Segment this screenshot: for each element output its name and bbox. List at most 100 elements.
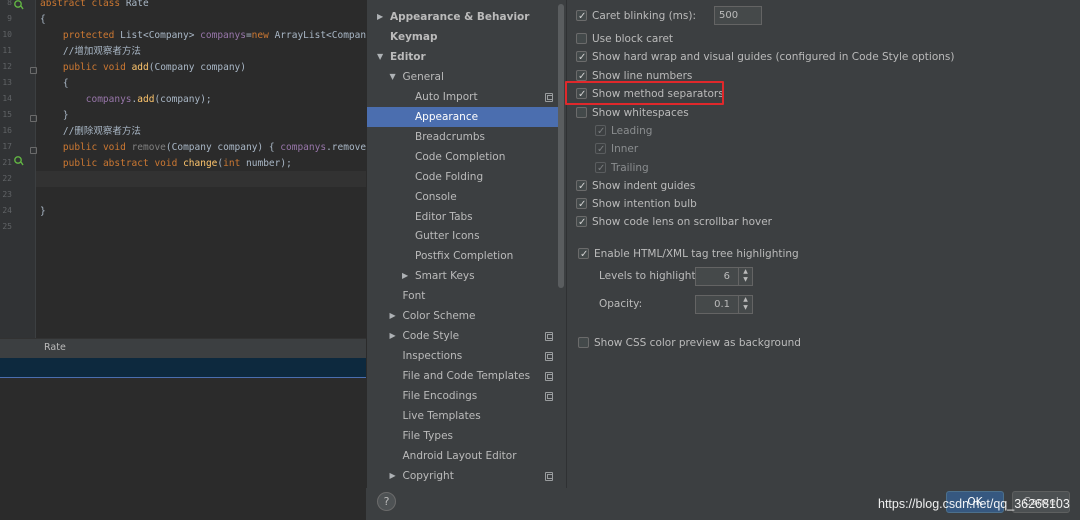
tree-item-label: Gutter Icons <box>415 230 480 243</box>
chevron-down-icon[interactable]: ▼ <box>390 67 396 87</box>
editor-gutter: 8 9 10 11 12 13 14 15 16 17 21 22 23 24 … <box>0 0 37 338</box>
breadcrumb[interactable]: Rate <box>44 342 66 353</box>
levels-value: 6 <box>723 271 730 282</box>
implemented-icon[interactable] <box>14 0 24 10</box>
leading-checkbox[interactable] <box>595 123 606 141</box>
tree-item-editor[interactable]: ▼ Editor <box>367 47 559 67</box>
tool-window-area <box>0 379 366 520</box>
tree-item-label: Color Scheme <box>402 310 476 323</box>
tree-item-label: Code Folding <box>415 170 484 183</box>
block-caret-checkbox[interactable] <box>576 33 587 44</box>
tree-item-appearance[interactable]: Appearance <box>367 106 559 127</box>
settings-tree[interactable]: ▶ Appearance & Behavior Keymap ▼ Editor ▼ Gene… <box>367 0 566 488</box>
caret-blinking-checkbox[interactable] <box>576 8 587 26</box>
implemented-icon[interactable] <box>14 156 24 166</box>
leading-label: Leading <box>611 125 653 137</box>
tree-item-auto-import[interactable]: Auto Import <box>367 87 559 107</box>
tree-item-appearance-behavior[interactable]: ▶ Appearance & Behavior <box>367 7 559 27</box>
tree-item-android-layout-editor[interactable]: Android Layout Editor <box>367 446 559 466</box>
tree-item-console[interactable]: Console <box>367 187 559 207</box>
code-editor[interactable]: 8 9 10 11 12 13 14 15 16 17 21 22 23 24 … <box>0 0 435 520</box>
tree-item-label: Smart Keys <box>415 270 475 283</box>
line-number: 14 <box>2 94 12 103</box>
chevron-right-icon[interactable]: ▶ <box>377 7 383 27</box>
spinner-arrows-icon[interactable]: ▲ ▼ <box>738 268 752 285</box>
chevron-right-icon[interactable]: ▶ <box>390 306 396 326</box>
code-area[interactable]: abstract class Rate { protected List<Com… <box>40 0 435 338</box>
tree-item-label: File and Code Templates <box>402 370 531 383</box>
fold-marker-icon[interactable] <box>30 147 37 154</box>
code-lens-checkbox[interactable] <box>576 214 587 232</box>
tree-item-label: Breadcrumbs <box>415 130 485 143</box>
watermark: https://blog.csdn.net/qq_36268103 <box>878 497 1070 511</box>
project-scope-icon <box>545 352 553 362</box>
selected-panel-row[interactable] <box>0 358 366 378</box>
line-number: 22 <box>2 174 12 183</box>
trailing-option[interactable]: Trailing <box>595 159 795 178</box>
tree-item-code-folding[interactable]: Code Folding <box>367 167 559 187</box>
tree-item-keymap[interactable]: Keymap <box>367 27 559 47</box>
opacity-spinner[interactable]: 0.1 ▲ ▼ <box>695 295 753 314</box>
line-number: 25 <box>2 222 12 231</box>
tree-item-inspections[interactable]: Inspections <box>367 346 559 366</box>
tree-item-live-templates[interactable]: Live Templates <box>367 406 559 426</box>
whitespaces-option[interactable]: Show whitespaces <box>576 104 876 122</box>
spinner-arrows-icon[interactable]: ▲ ▼ <box>738 296 752 313</box>
code-line: } <box>40 206 46 217</box>
opacity-value: 0.1 <box>714 299 730 310</box>
indent-guides-option[interactable]: Show indent guides <box>576 177 876 196</box>
block-caret-option[interactable]: Use block caret <box>576 30 876 48</box>
tree-item-file-encodings[interactable]: File Encodings <box>367 386 559 406</box>
html-tag-highlighting-option[interactable]: Enable HTML/XML tag tree highlighting <box>578 245 878 264</box>
tree-item-postfix-completion[interactable]: Postfix Completion <box>367 246 559 266</box>
chevron-right-icon[interactable]: ▶ <box>390 326 396 346</box>
indent-guides-checkbox[interactable] <box>576 178 587 196</box>
fold-marker-icon[interactable] <box>30 67 37 74</box>
trailing-checkbox[interactable] <box>595 160 606 178</box>
tree-item-font[interactable]: Font <box>367 286 559 306</box>
caret-blinking-input[interactable]: 500 <box>714 6 762 25</box>
tree-item-label: File Types <box>402 429 454 442</box>
tree-item-general[interactable]: ▼ General <box>367 67 559 87</box>
line-number: 8 <box>7 0 12 7</box>
tree-item-file-and-code-templates[interactable]: File and Code Templates <box>367 366 559 386</box>
hard-wrap-checkbox[interactable] <box>576 49 587 67</box>
css-color-preview-option[interactable]: Show CSS color preview as background <box>578 334 878 352</box>
inner-option[interactable]: Inner <box>595 140 795 159</box>
html-tag-highlighting-checkbox[interactable] <box>578 246 589 264</box>
tree-item-breadcrumbs[interactable]: Breadcrumbs <box>367 127 559 147</box>
project-scope-icon <box>545 392 553 402</box>
line-number: 9 <box>7 14 12 23</box>
line-number: 10 <box>2 30 12 39</box>
inner-checkbox[interactable] <box>595 141 606 159</box>
leading-option[interactable]: Leading <box>595 122 795 141</box>
intention-bulb-checkbox[interactable] <box>576 196 587 214</box>
line-number: 24 <box>2 206 12 215</box>
line-number: 23 <box>2 190 12 199</box>
chevron-down-icon[interactable]: ▼ <box>377 47 383 67</box>
code-lens-option[interactable]: Show code lens on scrollbar hover <box>576 213 876 232</box>
tree-scrollbar[interactable] <box>558 4 564 288</box>
tree-item-file-types[interactable]: File Types <box>367 426 559 446</box>
help-button[interactable]: ? <box>377 492 396 511</box>
tree-item-gutter-icons[interactable]: Gutter Icons <box>367 226 559 246</box>
css-color-preview-checkbox[interactable] <box>578 337 589 348</box>
tree-item-copyright[interactable]: ▶ Copyright <box>367 466 559 486</box>
intention-bulb-option[interactable]: Show intention bulb <box>576 195 876 214</box>
line-number: 15 <box>2 110 12 119</box>
project-scope-icon <box>545 471 553 481</box>
tree-item-code-completion[interactable]: Code Completion <box>367 147 559 167</box>
fold-marker-icon[interactable] <box>30 115 37 122</box>
chevron-right-icon[interactable]: ▶ <box>402 266 408 286</box>
breadcrumb-bar: Rate <box>0 338 366 358</box>
tree-item-smart-keys[interactable]: ▶ Smart Keys <box>367 266 559 286</box>
hard-wrap-option[interactable]: Show hard wrap and visual guides (config… <box>576 48 1076 67</box>
tree-item-code-style[interactable]: ▶ Code Style <box>367 326 559 346</box>
line-numbers-checkbox[interactable] <box>576 68 587 86</box>
tree-item-editor-tabs[interactable]: Editor Tabs <box>367 207 559 227</box>
tree-item-color-scheme[interactable]: ▶ Color Scheme <box>367 306 559 326</box>
line-number: 21 <box>2 158 12 167</box>
chevron-right-icon[interactable]: ▶ <box>390 466 396 486</box>
whitespaces-checkbox[interactable] <box>576 107 587 118</box>
levels-to-highlight-spinner[interactable]: 6 ▲ ▼ <box>695 267 753 286</box>
